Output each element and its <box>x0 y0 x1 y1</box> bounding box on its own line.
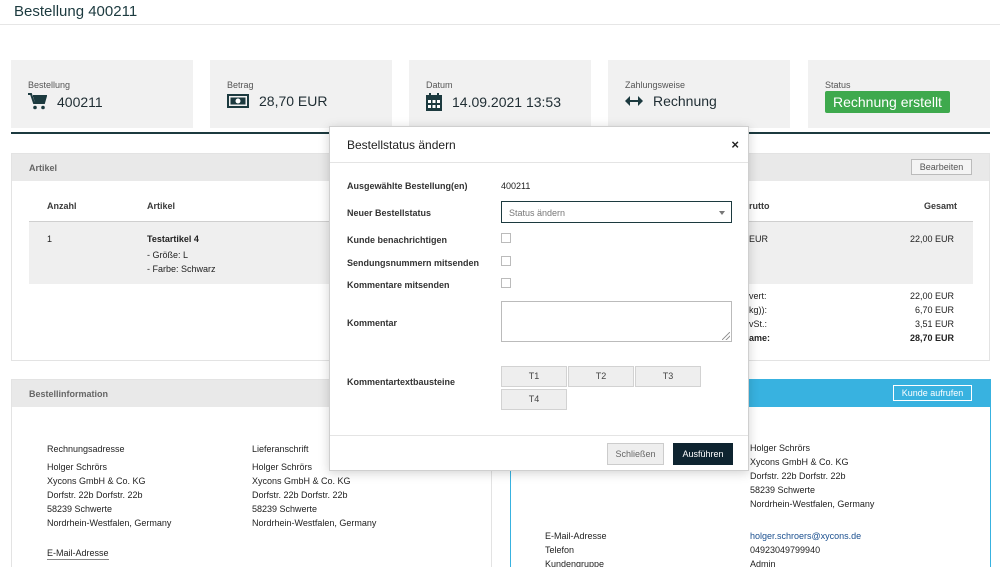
status-select[interactable]: Status ändern <box>501 201 732 223</box>
dialog-footer-divider <box>330 435 748 436</box>
summary-payment: Zahlungsweise Rechnung <box>608 60 790 128</box>
text-snippets-label: Kommentartextbausteine <box>347 377 456 387</box>
comment-label: Kommentar <box>347 318 398 328</box>
resize-grip-icon[interactable] <box>722 332 730 340</box>
totals-value: 22,00 EUR <box>909 291 954 301</box>
billing-address-line: 58239 Schwerte <box>47 504 113 514</box>
customer-email-label: E-Mail-Adresse <box>545 531 607 541</box>
summary-amount: Betrag 28,70 EUR <box>210 60 392 128</box>
snippet-t3-button[interactable]: T3 <box>635 366 701 387</box>
summary-amount-label: Betrag <box>227 80 254 90</box>
summary-order: Bestellung 400211 <box>11 60 193 128</box>
order-info-panel-title: Bestellinformation <box>29 389 109 399</box>
customer-phone: 04923049799940 <box>750 545 821 555</box>
notify-customer-checkbox[interactable] <box>501 233 511 243</box>
send-tracking-checkbox[interactable] <box>501 256 511 266</box>
billing-address-line: Nordrhein-Westfalen, Germany <box>47 518 172 528</box>
summary-date-value: 14.09.2021 13:53 <box>452 94 561 110</box>
totals-label: vSt.: <box>749 319 768 329</box>
billing-address: Holger Schrörs Xycons GmbH & Co. KG Dorf… <box>47 460 171 530</box>
customer-phone-label: Telefon <box>545 545 575 555</box>
shipping-address-line: Xycons GmbH & Co. KG <box>252 476 351 486</box>
status-select-placeholder: Status ändern <box>509 208 566 218</box>
summary-payment-value: Rechnung <box>653 93 717 109</box>
totals-value: 3,51 EUR <box>914 319 954 329</box>
chevron-down-icon <box>719 211 725 215</box>
summary-payment-label: Zahlungsweise <box>625 80 686 90</box>
shipping-address-line: Nordrhein-Westfalen, Germany <box>252 518 377 528</box>
customer-address-line: Holger Schrörs <box>750 443 811 453</box>
summary-order-value: 400211 <box>57 93 103 110</box>
totals-label: kg)): <box>749 305 767 315</box>
page-title: Bestellung 400211 <box>14 3 138 20</box>
summary-date: Datum 14.09.2021 13:53 <box>409 60 591 128</box>
customer-address: Holger Schrörs Xycons GmbH & Co. KG Dorf… <box>750 441 874 511</box>
customer-address-line: Dorfstr. 22b Dorfstr. 22b <box>750 471 846 481</box>
column-header-brutto: rutto <box>749 201 770 211</box>
arrows-horizontal-icon <box>625 96 643 106</box>
header-divider <box>0 24 1000 25</box>
billing-address-heading: Rechnungsadresse <box>47 444 125 454</box>
customer-address-line: Nordrhein-Westfalen, Germany <box>750 499 875 509</box>
column-header-article: Artikel <box>147 201 176 211</box>
totals-value: 6,70 EUR <box>914 305 954 315</box>
totals-value: 28,70 EUR <box>909 333 954 343</box>
order-email-heading: E-Mail-Adresse <box>47 548 109 560</box>
shipping-address-line: Dorfstr. 22b Dorfstr. 22b <box>252 490 348 500</box>
edit-articles-button[interactable]: Bearbeiten <box>911 159 972 175</box>
shopping-cart-icon <box>28 93 47 110</box>
send-comments-checkbox[interactable] <box>501 278 511 288</box>
row-article-size: - Größe: L <box>147 250 189 260</box>
row-total: 22,00 EUR <box>909 234 954 244</box>
snippet-t4-button[interactable]: T4 <box>501 389 567 410</box>
row-qty: 1 <box>47 234 53 244</box>
execute-button[interactable]: Ausführen <box>673 443 733 465</box>
new-status-label: Neuer Bestellstatus <box>347 208 432 218</box>
dialog-header-divider <box>330 162 748 163</box>
billing-address-line: Holger Schrörs <box>47 462 108 472</box>
totals-label: ame: <box>749 333 771 343</box>
comment-textarea[interactable] <box>501 301 732 342</box>
billing-address-line: Xycons GmbH & Co. KG <box>47 476 146 486</box>
customer-address-line: 58239 Schwerte <box>750 485 816 495</box>
column-header-total: Gesamt <box>924 201 958 211</box>
change-status-dialog: Bestellstatus ändern × Ausgewählte Beste… <box>329 126 749 471</box>
billing-address-line: Dorfstr. 22b Dorfstr. 22b <box>47 490 143 500</box>
snippet-t1-button[interactable]: T1 <box>501 366 567 387</box>
send-comments-label: Kommentare mitsenden <box>347 280 450 290</box>
articles-panel-title: Artikel <box>29 163 58 173</box>
selected-orders-value: 400211 <box>501 181 531 191</box>
row-brutto: EUR <box>749 234 769 244</box>
dialog-title: Bestellstatus ändern <box>347 138 456 152</box>
row-article-color: - Farbe: Schwarz <box>147 264 216 274</box>
cancel-button[interactable]: Schließen <box>607 443 664 465</box>
notify-customer-label: Kunde benachrichtigen <box>347 235 448 245</box>
customer-email-link[interactable]: holger.schroers@xycons.de <box>750 531 861 541</box>
calendar-icon <box>426 93 442 111</box>
summary-status-label: Status <box>825 80 851 90</box>
status-badge: Rechnung erstellt <box>825 91 950 113</box>
shipping-address-line: 58239 Schwerte <box>252 504 318 514</box>
customer-group-label: Kundengruppe <box>545 559 605 567</box>
summary-amount-value: 28,70 EUR <box>259 93 328 109</box>
close-icon[interactable]: × <box>731 137 739 152</box>
column-header-qty: Anzahl <box>47 201 77 211</box>
selected-orders-label: Ausgewählte Bestellung(en) <box>347 181 468 191</box>
open-customer-button[interactable]: Kunde aufrufen <box>893 385 972 401</box>
summary-status: Status Rechnung erstellt <box>808 60 990 128</box>
customer-group: Admin <box>750 559 776 567</box>
send-tracking-label: Sendungsnummern mitsenden <box>347 258 480 268</box>
summary-date-label: Datum <box>426 80 453 90</box>
row-article-name: Testartikel 4 <box>147 234 199 244</box>
snippet-t2-button[interactable]: T2 <box>568 366 634 387</box>
banknote-icon <box>227 94 249 108</box>
summary-order-label: Bestellung <box>28 80 71 90</box>
shipping-address-heading: Lieferanschrift <box>252 444 309 454</box>
totals-label: vert: <box>749 291 767 301</box>
customer-address-line: Xycons GmbH & Co. KG <box>750 457 849 467</box>
